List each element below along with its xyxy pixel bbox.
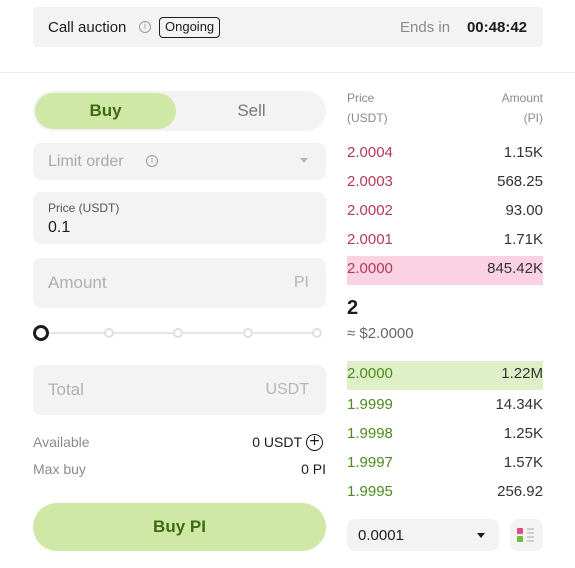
caret-down-icon: [477, 533, 485, 538]
price-value[interactable]: 0.1: [48, 219, 70, 237]
ask-price: 2.0004: [347, 144, 393, 161]
bid-price: 2.0000: [347, 365, 393, 382]
ask-price: 2.0000: [347, 260, 393, 277]
ends-in-label: Ends in: [400, 19, 451, 36]
bid-amount: 1.25K: [503, 425, 543, 442]
max-buy: Max buy 0 PI: [33, 461, 326, 479]
last-price-usd: ≈ $2.0000: [347, 325, 414, 342]
orderbook-layout-icon[interactable]: [510, 519, 543, 551]
amount-unit: PI: [293, 274, 309, 291]
buy-pi-button[interactable]: Buy PI: [33, 503, 326, 551]
slider-stop-25[interactable]: [104, 328, 114, 338]
amount-slider[interactable]: [33, 325, 326, 341]
bid-row-highlighted[interactable]: 2.0000 1.22M: [347, 361, 543, 390]
ask-row-highlighted[interactable]: 2.0000 845.42K: [347, 256, 543, 285]
available-label: Available: [33, 434, 90, 450]
layout-line: [527, 528, 534, 530]
order-type-label: Limit order: [48, 153, 124, 170]
max-buy-label: Max buy: [33, 461, 86, 477]
price-column-header: Price: [347, 91, 375, 105]
total-placeholder: Total: [48, 380, 84, 399]
last-price: 2: [347, 297, 359, 319]
bid-amount: 1.22M: [501, 365, 543, 382]
price-column-unit: (USDT): [347, 111, 388, 125]
ask-row[interactable]: 2.0002 93.00: [347, 198, 543, 224]
ask-price: 2.0003: [347, 173, 393, 190]
price-input[interactable]: Price (USDT) 0.1: [33, 192, 326, 244]
ask-amount: 93.00: [505, 202, 543, 219]
layout-line: [527, 536, 534, 538]
ask-row[interactable]: 2.0003 568.25: [347, 169, 543, 195]
layout-line: [527, 532, 534, 534]
layout-ask-square: [517, 528, 523, 534]
chevron-down-icon: [300, 158, 308, 163]
amount-input[interactable]: Amount PI: [33, 258, 326, 308]
available-balance: Available 0 USDT +: [33, 434, 326, 452]
section-divider: [0, 72, 575, 73]
plus-circle-icon[interactable]: +: [306, 434, 323, 451]
ask-row[interactable]: 2.0001 1.71K: [347, 227, 543, 253]
ask-amount: 1.15K: [503, 144, 543, 161]
bid-price: 1.9999: [347, 396, 393, 413]
bid-price: 1.9995: [347, 483, 393, 500]
orderbook-header: Price (USDT) Amount (PI): [347, 88, 543, 128]
bid-amount: 14.34K: [495, 396, 543, 413]
bid-amount: 1.57K: [503, 454, 543, 471]
amount-column-header: Amount: [501, 91, 543, 105]
total-input[interactable]: Total USDT: [33, 365, 326, 415]
layout-bid-square: [517, 536, 523, 542]
bid-row[interactable]: 1.9997 1.57K: [347, 450, 543, 476]
slider-stop-100[interactable]: [312, 328, 322, 338]
info-icon[interactable]: i: [139, 21, 151, 33]
ask-price: 2.0001: [347, 231, 393, 248]
bid-price: 1.9997: [347, 454, 393, 471]
ask-row[interactable]: 2.0004 1.15K: [347, 140, 543, 166]
amount-column-unit: (PI): [523, 111, 543, 125]
status-badge: Ongoing: [159, 17, 221, 38]
call-auction-banner: Call auction i Ongoing Ends in 00:48:42: [33, 7, 543, 47]
price-label: Price (USDT): [48, 201, 120, 215]
ask-amount: 568.25: [497, 173, 543, 190]
order-type-select[interactable]: Limit order i: [33, 143, 326, 180]
bid-amount: 256.92: [497, 483, 543, 500]
max-buy-value: 0 PI: [301, 461, 326, 477]
tab-sell[interactable]: Sell: [179, 93, 324, 129]
ask-price: 2.0002: [347, 202, 393, 219]
amount-placeholder: Amount: [48, 273, 107, 292]
buy-sell-tabs: Buy Sell: [33, 91, 326, 131]
bid-price: 1.9998: [347, 425, 393, 442]
layout-line: [527, 540, 534, 542]
ask-amount: 845.42K: [487, 260, 543, 277]
tick-size-value: 0.0001: [358, 527, 404, 544]
info-icon[interactable]: i: [146, 155, 158, 167]
slider-stop-50[interactable]: [173, 328, 183, 338]
slider-stop-75[interactable]: [243, 328, 253, 338]
bid-row[interactable]: 1.9999 14.34K: [347, 392, 543, 418]
countdown-timer: 00:48:42: [466, 19, 527, 36]
tab-buy[interactable]: Buy: [35, 93, 176, 129]
bid-row[interactable]: 1.9998 1.25K: [347, 421, 543, 447]
total-unit: USDT: [265, 381, 309, 398]
tick-size-select[interactable]: 0.0001: [347, 519, 499, 551]
banner-title: Call auction: [48, 19, 127, 36]
slider-thumb[interactable]: [33, 325, 49, 341]
available-value: 0 USDT: [252, 434, 302, 450]
bid-row[interactable]: 1.9995 256.92: [347, 479, 543, 505]
ask-amount: 1.71K: [503, 231, 543, 248]
